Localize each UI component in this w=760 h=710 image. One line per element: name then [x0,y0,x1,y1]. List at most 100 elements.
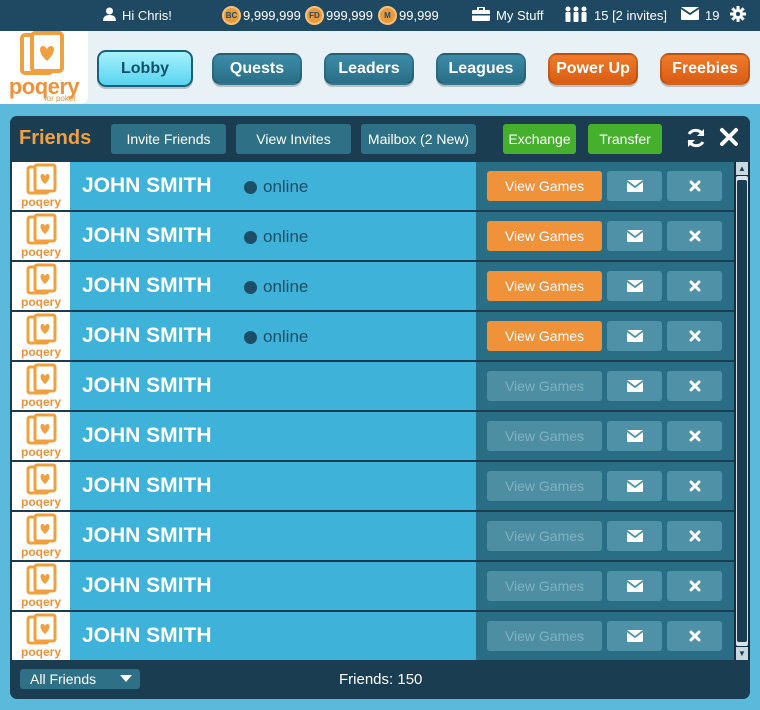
status-online: online [244,327,308,347]
message-button[interactable] [607,521,662,551]
view-invites-button[interactable]: View Invites [236,124,351,154]
message-button[interactable] [607,321,662,351]
friend-name[interactable]: JOHN SMITH [82,274,212,298]
my-stuff-link[interactable]: My Stuff [472,0,543,31]
view-games-button[interactable]: View Games [487,421,602,451]
friends-link[interactable]: 15 [2 invites] [564,0,667,31]
scroll-up-icon[interactable]: ▲ [736,162,748,175]
avatar[interactable]: poqery [12,462,70,510]
scroll-down-icon[interactable]: ▼ [736,647,748,660]
nav-lobby[interactable]: Lobby [97,50,193,87]
view-games-button[interactable]: View Games [487,471,602,501]
friend-name[interactable]: JOHN SMITH [82,574,212,598]
envelope-icon [626,330,643,342]
friend-name[interactable]: JOHN SMITH [82,524,212,548]
remove-friend-button[interactable] [667,471,722,501]
logo[interactable]: poqery for poker [0,31,88,104]
mail-link[interactable]: 19 [680,0,719,31]
avatar[interactable]: poqery [12,612,70,660]
close-icon [689,180,700,192]
greeting-text: Hi Chris! [122,8,172,23]
scroll-thumb[interactable] [737,180,747,642]
avatar[interactable]: poqery [12,312,70,360]
friend-name[interactable]: JOHN SMITH [82,474,212,498]
nav-bar: poqery for poker Lobby Quests Leaders Le… [0,31,760,104]
view-games-button[interactable]: View Games [487,321,602,351]
message-button[interactable] [607,221,662,251]
refresh-button[interactable] [685,127,707,155]
close-icon [689,480,700,492]
avatar[interactable]: poqery [12,512,70,560]
status-dot-icon [244,330,257,344]
nav-power-up[interactable]: Power Up [548,53,638,85]
fd-value: 999,999 [326,8,373,23]
view-games-button[interactable]: View Games [487,371,602,401]
nav-freebies[interactable]: Freebies [660,53,750,85]
avatar[interactable]: poqery [12,362,70,410]
remove-friend-button[interactable] [667,271,722,301]
view-games-button[interactable]: View Games [487,271,602,301]
friend-name[interactable]: JOHN SMITH [82,174,212,198]
view-games-button[interactable]: View Games [487,571,602,601]
view-games-button[interactable]: View Games [487,171,602,201]
close-icon [689,380,700,392]
app-root: Hi Chris! BC 9,999,999 FD 999,999 M 99,9… [0,0,760,710]
exchange-button[interactable]: Exchange [503,124,576,154]
message-button[interactable] [607,621,662,651]
message-button[interactable] [607,271,662,301]
remove-friend-button[interactable] [667,521,722,551]
remove-friend-button[interactable] [667,171,722,201]
message-button[interactable] [607,421,662,451]
row-actions: View Games [476,212,734,260]
view-games-button[interactable]: View Games [487,521,602,551]
mailbox-button[interactable]: Mailbox (2 New) [361,124,476,154]
remove-friend-button[interactable] [667,621,722,651]
envelope-icon [626,580,643,592]
avatar[interactable]: poqery [12,562,70,610]
status-text: online [263,177,309,196]
fd-coin-icon: FD [305,6,324,25]
settings-button[interactable] [730,0,746,31]
svg-text:poqery: poqery [21,395,61,409]
list-item: poqery JOHN SMITH online View Games [12,312,734,360]
avatar[interactable]: poqery [12,262,70,310]
message-button[interactable] [607,471,662,501]
close-panel-button[interactable] [719,127,739,153]
message-button[interactable] [607,571,662,601]
close-icon [689,630,700,642]
nav-leagues[interactable]: Leagues [436,53,526,85]
svg-text:poqery: poqery [21,245,61,259]
friends-list: poqery JOHN SMITH online View Games poqery JO… [12,162,734,660]
list-item: poqery JOHN SMITH View Games [12,362,734,410]
friend-name[interactable]: JOHN SMITH [82,224,212,248]
friend-name[interactable]: JOHN SMITH [82,424,212,448]
friend-name[interactable]: JOHN SMITH [82,374,212,398]
view-games-button[interactable]: View Games [487,621,602,651]
message-button[interactable] [607,371,662,401]
message-button[interactable] [607,171,662,201]
friend-name[interactable]: JOHN SMITH [82,624,212,648]
remove-friend-button[interactable] [667,571,722,601]
friend-name[interactable]: JOHN SMITH [82,324,212,348]
view-games-button[interactable]: View Games [487,221,602,251]
friends-count: 15 [2 invites] [594,8,667,23]
row-actions: View Games [476,312,734,360]
svg-text:poqery: poqery [21,495,61,509]
nav-leaders[interactable]: Leaders [324,53,414,85]
transfer-button[interactable]: Transfer [588,124,662,154]
friends-filter-select[interactable]: All Friends [20,669,140,689]
nav-quests[interactable]: Quests [212,53,302,85]
remove-friend-button[interactable] [667,421,722,451]
avatar[interactable]: poqery [12,412,70,460]
invite-friends-button[interactable]: Invite Friends [111,124,226,154]
scrollbar[interactable]: ▲ ▼ [734,162,750,660]
row-actions: View Games [476,562,734,610]
avatar[interactable]: poqery [12,212,70,260]
remove-friend-button[interactable] [667,221,722,251]
row-actions: View Games [476,462,734,510]
status-dot-icon [244,230,257,244]
remove-friend-button[interactable] [667,371,722,401]
avatar[interactable]: poqery [12,162,70,210]
list-item: poqery JOHN SMITH online View Games [12,262,734,310]
remove-friend-button[interactable] [667,321,722,351]
